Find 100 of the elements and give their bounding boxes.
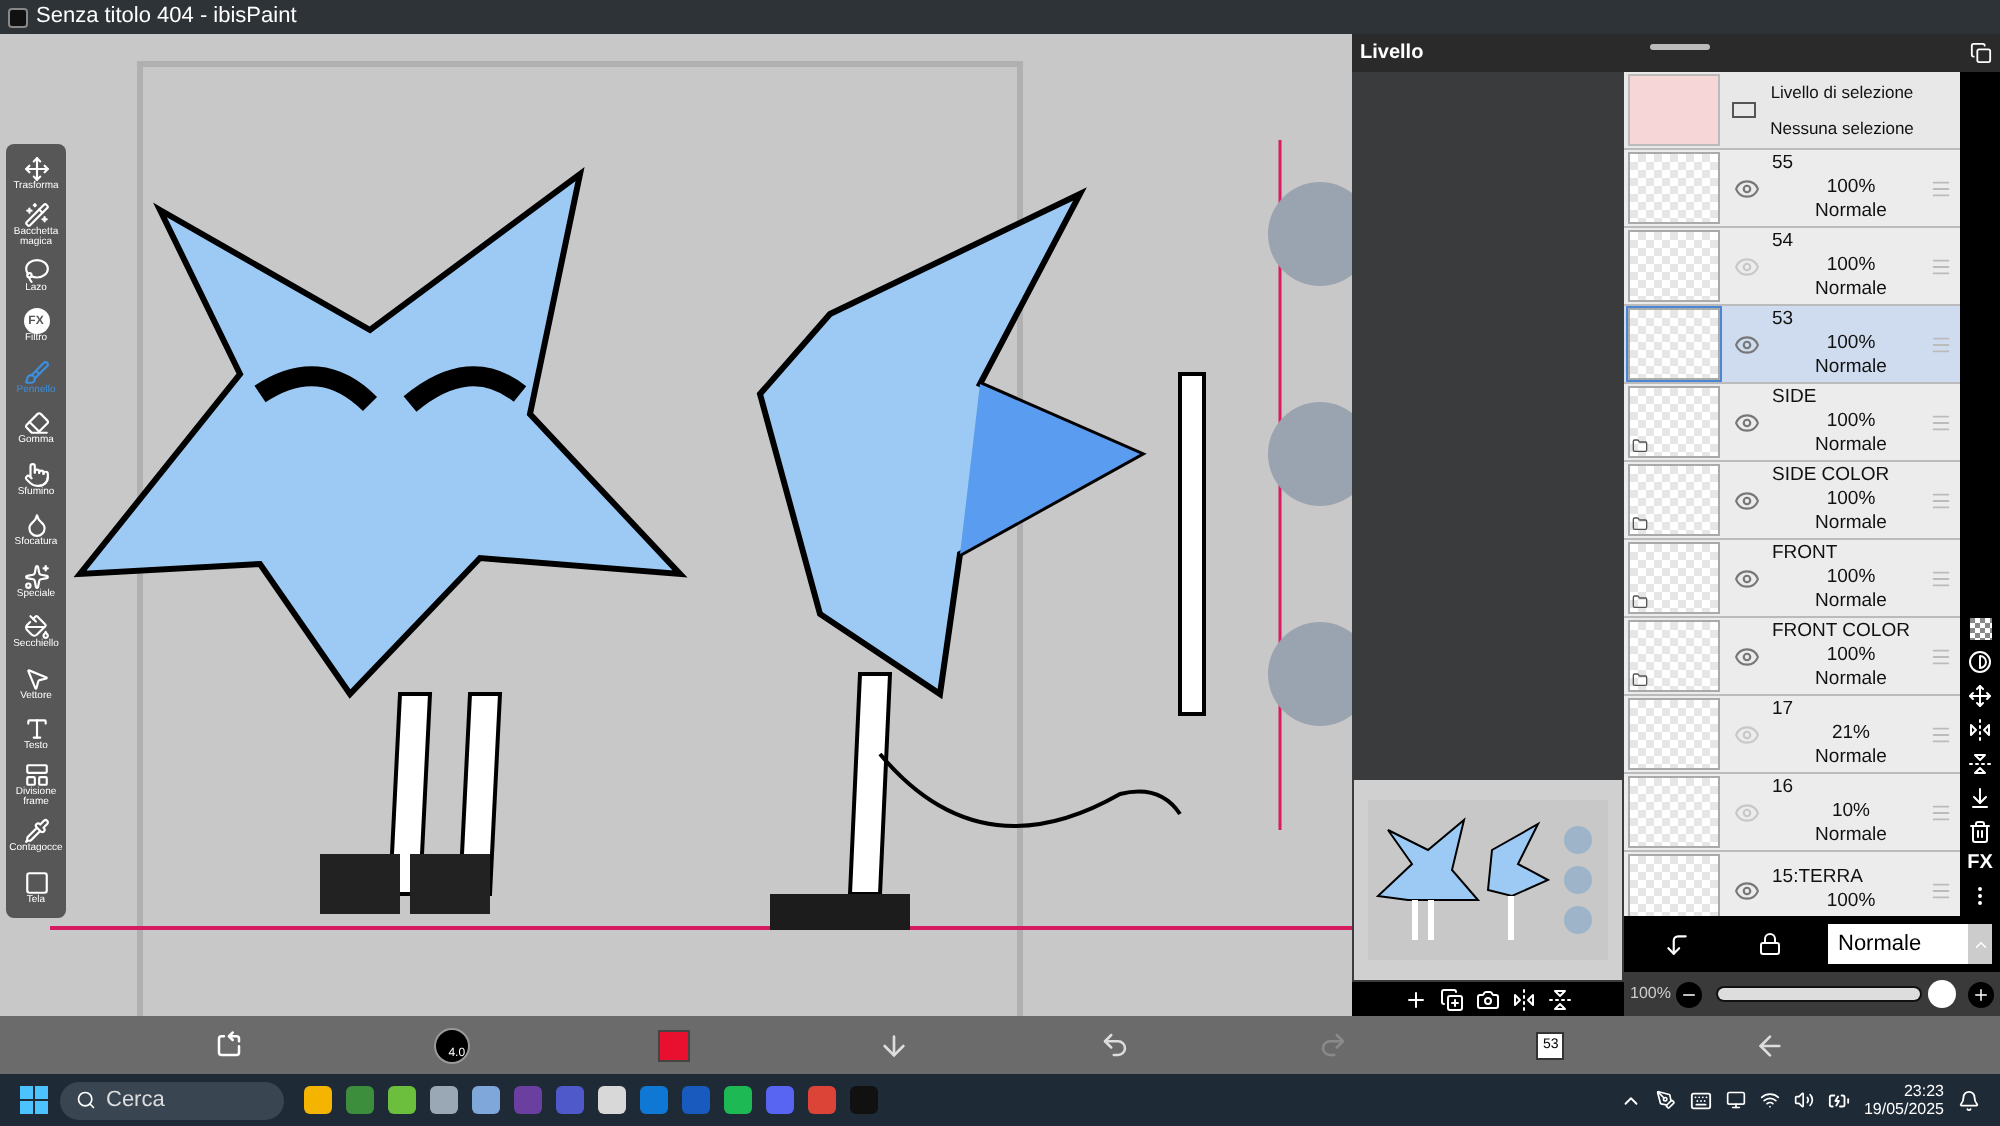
layer-row[interactable]: FRONT COLOR 100% Normale: [1624, 618, 1960, 696]
app-icon[interactable]: [430, 1086, 458, 1114]
layer-name: 53: [1772, 308, 1796, 333]
layer-name: 54: [1772, 230, 1796, 255]
expand-icon[interactable]: [1970, 42, 1992, 64]
drag-handle-icon[interactable]: [1930, 567, 1952, 589]
drag-handle-icon[interactable]: [1930, 255, 1952, 277]
opacity-reading: 100%: [1630, 982, 1671, 1006]
window-title: Senza titolo 404 - ibisPaint: [36, 6, 297, 28]
search-field[interactable]: Cerca: [60, 1081, 284, 1119]
clock-time: 23:23: [1903, 1081, 1944, 1100]
app-icon[interactable]: [388, 1086, 416, 1114]
bell-icon[interactable]: [1958, 1089, 1980, 1111]
duplicate-layer-icon[interactable]: [1440, 987, 1464, 1011]
drag-handle[interactable]: [1650, 44, 1710, 50]
pen-icon[interactable]: [1655, 1090, 1676, 1110]
battery-icon[interactable]: [1827, 1089, 1850, 1111]
eye-icon[interactable]: [1734, 175, 1760, 201]
back-icon[interactable]: [1753, 1029, 1786, 1061]
flip-vertical-icon[interactable]: [1548, 987, 1572, 1011]
finger-icon: [23, 461, 49, 488]
sparkles-icon: [23, 563, 49, 590]
layer-row[interactable]: SIDE COLOR 100% Normale: [1624, 462, 1960, 540]
move-icon[interactable]: [1968, 684, 1992, 708]
blend-mode-dropdown[interactable]: Normale: [1828, 924, 1992, 964]
increase-button[interactable]: [1968, 981, 1994, 1007]
flip-horizontal-icon[interactable]: [1512, 987, 1536, 1011]
camera-icon[interactable]: [1476, 987, 1500, 1011]
drag-handle-icon[interactable]: [1930, 879, 1952, 901]
lasso-icon: [23, 257, 49, 284]
blend-mode: Normale: [1815, 745, 1887, 770]
layer-row[interactable]: 53 100% Normale: [1624, 306, 1960, 384]
undo-icon[interactable]: [1099, 1030, 1130, 1060]
selection-layer-row[interactable]: Livello di selezione Nessuna selezione: [1624, 72, 1960, 150]
eye-icon[interactable]: [1734, 487, 1760, 513]
layer-name: 15:TERRA: [1772, 866, 1865, 890]
color-swatch[interactable]: [657, 1029, 690, 1061]
wifi-icon[interactable]: [1759, 1090, 1780, 1110]
monitor-icon[interactable]: [1725, 1090, 1746, 1110]
speaker-icon[interactable]: [1793, 1090, 1814, 1110]
half-circle-icon[interactable]: [1968, 650, 1992, 674]
panel-title: Livello: [1360, 40, 1424, 68]
eraser-icon: [23, 410, 49, 437]
eye-icon[interactable]: [1734, 565, 1760, 591]
app-icon[interactable]: [598, 1086, 626, 1114]
layer-row[interactable]: 16 10% Normale: [1624, 774, 1960, 852]
eye-icon[interactable]: [1734, 877, 1760, 903]
merge-down-icon[interactable]: [1968, 786, 1992, 810]
search-icon: [76, 1090, 96, 1110]
layer-row[interactable]: 17 21% Normale: [1624, 696, 1960, 774]
eye-icon[interactable]: [1734, 643, 1760, 669]
drag-handle-icon[interactable]: [1930, 411, 1952, 433]
eyedropper-icon: [23, 818, 49, 845]
keyboard-icon[interactable]: [1689, 1089, 1712, 1111]
drag-handle-icon[interactable]: [1930, 723, 1952, 745]
checkerboard-icon[interactable]: [1969, 618, 1991, 640]
eye-icon[interactable]: [1734, 331, 1760, 357]
layer-thumbnail: [1628, 698, 1720, 770]
layer-thumbnail: [1628, 230, 1720, 302]
lock-icon[interactable]: [1758, 932, 1782, 956]
fx-button[interactable]: FX: [1967, 854, 1993, 874]
drag-handle-icon[interactable]: [1930, 333, 1952, 355]
blend-mode: Normale: [1815, 355, 1887, 380]
add-layer-icon[interactable]: [1404, 987, 1428, 1011]
layer-opacity: 100%: [1826, 254, 1876, 278]
eye-icon[interactable]: [1734, 409, 1760, 435]
app-icon[interactable]: [472, 1086, 500, 1114]
layer-row[interactable]: 54 100% Normale: [1624, 228, 1960, 306]
transform-icon[interactable]: [214, 1030, 245, 1060]
layer-row[interactable]: SIDE 100% Normale: [1624, 384, 1960, 462]
layer-opacity: 100%: [1826, 410, 1876, 434]
clipping-icon[interactable]: [1664, 931, 1690, 957]
windows-start-icon[interactable]: [20, 1086, 48, 1114]
layer-thumbnail: [1628, 854, 1720, 916]
blend-mode: Normale: [1815, 277, 1887, 302]
drag-handle-icon[interactable]: [1930, 489, 1952, 511]
drag-handle-icon[interactable]: [1930, 801, 1952, 823]
layer-opacity: 100%: [1826, 644, 1876, 668]
layer-opacity: 21%: [1831, 722, 1870, 746]
app-icon[interactable]: [724, 1086, 752, 1114]
layer-opacity: 100%: [1826, 488, 1876, 512]
layer-thumbnail: [1628, 386, 1720, 458]
flip-vertical-icon[interactable]: [1968, 752, 1992, 776]
layer-thumbnail: [1628, 74, 1720, 146]
plus-icon: [1972, 985, 1990, 1003]
app-icon[interactable]: [304, 1086, 332, 1114]
drag-handle-icon[interactable]: [1930, 645, 1952, 667]
layer-row[interactable]: 55 100% Normale: [1624, 150, 1960, 228]
selection-status: Nessuna selezione: [1770, 118, 1914, 139]
blend-mode: Normale: [1815, 667, 1887, 692]
trash-icon[interactable]: [1968, 820, 1992, 844]
flip-horizontal-icon[interactable]: [1968, 718, 1992, 742]
layer-row[interactable]: FRONT 100% Normale: [1624, 540, 1960, 618]
drag-handle-icon[interactable]: [1930, 177, 1952, 199]
layer-row[interactable]: 15:TERRA 100%: [1624, 852, 1960, 916]
paint-bucket-icon: [23, 614, 49, 641]
slider-thumb[interactable]: [1928, 980, 1956, 1008]
layer-thumbnail: [1628, 464, 1720, 536]
layer-thumbnail: [1628, 620, 1720, 692]
decrease-button[interactable]: [1676, 981, 1703, 1007]
